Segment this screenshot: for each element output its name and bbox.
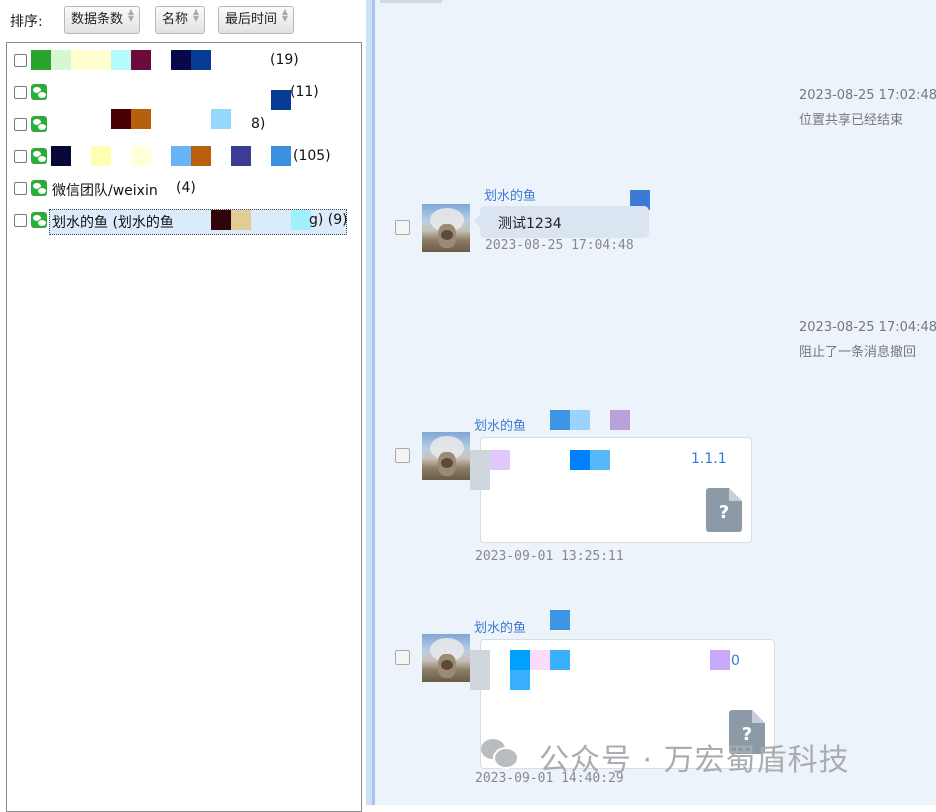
message-time: 2023-09-01 13:25:11 — [475, 549, 624, 564]
contact-count: (105) — [293, 148, 331, 164]
contact-count: (19) — [270, 52, 299, 68]
file-message-card[interactable]: 1.1.1 ? — [480, 437, 752, 543]
unknown-file-icon: ? — [706, 488, 742, 532]
contact-count: 8) — [251, 116, 266, 132]
redaction-block — [211, 210, 231, 230]
contact-checkbox[interactable] — [14, 150, 27, 163]
redaction-block — [51, 146, 71, 166]
contact-list-pane: 排序: 数据条数 ▲ ▼ 名称 ▲ ▼ 最后时间 ▲ ▼ (19) (11) 8… — [0, 0, 370, 812]
avatar[interactable] — [422, 432, 470, 480]
redaction-block — [191, 146, 211, 166]
redaction-block — [550, 410, 570, 430]
message-checkbox[interactable] — [395, 220, 410, 235]
sort-by-name-label: 名称 — [162, 12, 189, 27]
system-message-text: 位置共享已经结束 — [799, 113, 904, 128]
avatar[interactable] — [422, 204, 470, 252]
redaction-block — [590, 450, 610, 470]
redaction-block — [710, 650, 730, 670]
wechat-icon — [31, 84, 47, 100]
contact-row[interactable]: (11) — [7, 80, 361, 110]
chat-pane: 2023-08-25 17:02:48 位置共享已经结束 划水的鱼 测试1234… — [375, 0, 936, 805]
wechat-icon — [31, 148, 47, 164]
contact-name: 划水的鱼 (划水的鱼 — [52, 215, 174, 231]
sort-arrows-icon: ▲ ▼ — [127, 7, 135, 23]
sort-by-count-label: 数据条数 — [71, 12, 124, 27]
message-checkbox[interactable] — [395, 448, 410, 463]
contact-tree: (19) (11) 8) (105) 微信团队/weixin (4) 划水的鱼 … — [6, 42, 362, 812]
file-name-link[interactable]: 0 — [731, 653, 740, 669]
redaction-block — [131, 50, 151, 70]
avatar[interactable] — [422, 634, 470, 682]
redaction-block — [271, 146, 291, 166]
sort-arrows-icon: ▲ ▼ — [281, 7, 289, 23]
contact-checkbox[interactable] — [14, 118, 27, 131]
redaction-block — [111, 50, 131, 70]
contact-count: g) (9) — [309, 212, 348, 228]
pane-splitter[interactable] — [366, 0, 375, 805]
redaction-block — [570, 410, 590, 430]
contact-checkbox[interactable] — [14, 86, 27, 99]
message-time: 2023-08-25 17:04:48 — [485, 238, 634, 253]
system-message-time: 2023-08-25 17:02:48 — [799, 88, 936, 103]
redaction-block — [91, 146, 111, 166]
message-sender: 划水的鱼 — [474, 419, 527, 434]
sort-by-time-button[interactable]: 最后时间 ▲ ▼ — [218, 6, 295, 34]
contact-count: (4) — [176, 180, 196, 196]
redaction-block — [131, 109, 151, 129]
redaction-block — [31, 50, 51, 70]
file-name-link[interactable]: 1.1.1 — [691, 451, 727, 467]
contact-checkbox[interactable] — [14, 214, 27, 227]
contact-name: 微信团队/weixin — [52, 183, 158, 199]
contact-row[interactable]: 微信团队/weixin (4) — [7, 176, 361, 202]
redaction-block — [510, 670, 530, 690]
message-checkbox[interactable] — [395, 650, 410, 665]
message-text: 测试1234 — [498, 216, 562, 232]
message-sender: 划水的鱼 — [474, 621, 527, 636]
redaction-block — [171, 50, 191, 70]
contact-row[interactable]: 8) — [7, 109, 361, 138]
message-bubble[interactable]: 测试1234 — [474, 206, 649, 238]
contact-checkbox[interactable] — [14, 54, 27, 67]
redaction-block — [610, 410, 630, 430]
redaction-block — [271, 90, 291, 110]
redaction-block — [171, 146, 191, 166]
redaction-block — [470, 650, 490, 690]
redaction-block — [490, 450, 510, 470]
sort-label: 排序: — [10, 14, 43, 30]
wechat-icon — [31, 116, 47, 132]
redaction-block — [71, 50, 111, 70]
wechat-icon — [31, 212, 47, 228]
sort-bar: 排序: 数据条数 ▲ ▼ 名称 ▲ ▼ 最后时间 ▲ ▼ — [0, 0, 370, 40]
redaction-block — [550, 610, 570, 630]
sort-by-count-button[interactable]: 数据条数 ▲ ▼ — [64, 6, 141, 34]
sort-arrows-icon: ▲ ▼ — [192, 7, 200, 23]
redaction-block — [231, 210, 251, 230]
contact-row-selected[interactable]: 划水的鱼 (划水的鱼 g) (9) — [7, 208, 361, 235]
redaction-block — [470, 450, 490, 490]
redaction-block — [51, 50, 71, 70]
wechat-icon — [31, 180, 47, 196]
redaction-block — [570, 450, 590, 470]
system-message-text: 阻止了一条消息撤回 — [799, 345, 917, 360]
contact-checkbox[interactable] — [14, 182, 27, 195]
redaction-block — [510, 650, 530, 670]
redaction-block — [291, 210, 311, 230]
redaction-block — [550, 650, 570, 670]
watermark-text: 公众号 · 万宏蜀盾科技 — [539, 743, 850, 778]
redaction-block — [211, 109, 231, 129]
system-message-time: 2023-08-25 17:04:48 — [799, 320, 936, 335]
redaction-block — [111, 109, 131, 129]
message-sender: 划水的鱼 — [484, 189, 537, 204]
sort-by-name-button[interactable]: 名称 ▲ ▼ — [155, 6, 206, 34]
redaction-block — [231, 146, 251, 166]
contact-count: (11) — [290, 84, 319, 100]
chat-tab-indicator — [380, 0, 442, 3]
wechat-watermark-icon — [481, 737, 519, 769]
redaction-block — [530, 650, 550, 670]
redaction-block — [131, 146, 151, 166]
contact-row[interactable]: (105) — [7, 144, 361, 170]
redaction-block — [191, 50, 211, 70]
contact-row[interactable]: (19) — [7, 48, 361, 74]
sort-by-time-label: 最后时间 — [225, 12, 278, 27]
